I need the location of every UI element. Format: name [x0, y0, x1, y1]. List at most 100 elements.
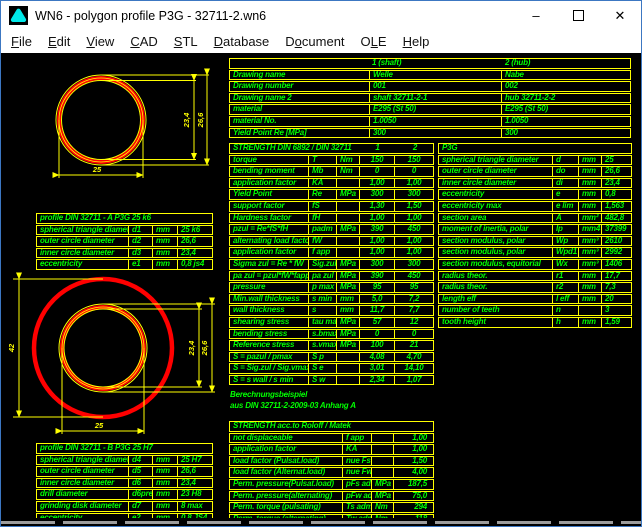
- window-bottom-edge: [1, 518, 642, 527]
- taskbar-edge: [1, 521, 642, 524]
- table-cell: pFw adm: [343, 492, 372, 501]
- hub-profile-circles: [34, 279, 172, 417]
- table-row: load factor (Pulsat.load)nue Fs1,50: [229, 456, 434, 467]
- profile-a-table: profile DIN 32711 - A P3G 25 k6 spherica…: [36, 213, 213, 271]
- table-cell: 001: [370, 82, 502, 91]
- table-cell: mm: [153, 456, 178, 465]
- title-bar[interactable]: WN6 - polygon profile P3G - 32711-2.wn6 …: [1, 1, 641, 30]
- table-cell: 300: [360, 260, 395, 269]
- table-row: section modulus, equitorialWxmm³1406: [438, 259, 632, 270]
- table-cell: 25: [602, 156, 631, 165]
- table-cell: e1: [129, 260, 153, 269]
- table-cell: Reference stress: [230, 341, 309, 350]
- table-row: support factorfS1,301,50: [229, 201, 434, 212]
- table-cell: mm³: [579, 260, 602, 269]
- table-cell: 7,7: [395, 306, 433, 315]
- table-cell: r2: [553, 283, 579, 292]
- table-cell: d7: [129, 502, 153, 511]
- menu-stl[interactable]: STL: [166, 32, 206, 51]
- table-cell: S = s wall / s min: [230, 376, 309, 385]
- table-cell: mm³: [579, 237, 602, 246]
- profile-b-table: profile DIN 32711 - B P3G 25 H7 spherica…: [36, 443, 213, 524]
- window-title: WN6 - polygon profile P3G - 32711-2.wn6: [35, 9, 266, 23]
- table-cell: f app: [343, 434, 372, 443]
- table-cell: application factor: [230, 248, 309, 257]
- table-cell: 7,2: [395, 295, 433, 304]
- menu-cad[interactable]: CAD: [122, 32, 165, 51]
- table-cell: 002: [502, 82, 630, 91]
- table-cell: load factor (Alternat.load): [230, 468, 343, 477]
- table-cell: Wx: [553, 260, 579, 269]
- table-cell: S = pazul / pmax: [230, 353, 309, 362]
- table-cell: nue Fw: [343, 468, 372, 477]
- table-cell: d5: [129, 467, 153, 476]
- table-cell: mm: [153, 479, 178, 488]
- table-cell: p max: [309, 283, 337, 292]
- table-cell: 1,00: [394, 445, 433, 454]
- table-cell: mm: [579, 202, 602, 211]
- table-cell: 26,6: [178, 467, 212, 476]
- table-cell: 1,50: [395, 202, 433, 211]
- table-title: profile DIN 32711 - B P3G 25 H7: [40, 444, 153, 453]
- table-row: Yield Point Re [MPa] 300 300: [229, 128, 631, 139]
- table-cell: 1,00: [395, 248, 433, 257]
- table-row: Perm. torque (pulsating)Ts admNm294: [229, 502, 434, 513]
- menu-edit[interactable]: Edit: [40, 32, 78, 51]
- table-row: outer circle diameterd2mm26,6: [36, 236, 213, 247]
- table-row: Yield PointReMPa300300: [229, 189, 434, 200]
- table-cell: Hardness factor: [230, 214, 309, 223]
- table-cell: Mb: [309, 167, 337, 176]
- menu-ole[interactable]: OLE: [353, 32, 395, 51]
- table-cell: mm: [579, 167, 602, 176]
- table-cell: outer circle diameter: [37, 237, 129, 246]
- maximize-button[interactable]: [557, 1, 599, 30]
- table-row: radius theor.r2mm7,3: [438, 282, 632, 293]
- table-cell: MPa: [337, 190, 360, 199]
- table-row: Drawing number001002: [229, 81, 631, 92]
- table-header-row: P3G: [438, 143, 632, 154]
- close-icon: ✕: [615, 8, 626, 24]
- table-row: radius theor.r1mm17,7: [438, 271, 632, 282]
- table-title: P3G: [442, 144, 457, 153]
- table-cell: tooth height: [439, 318, 553, 327]
- table-row: inner circle diameterd6mm23,4: [36, 478, 213, 489]
- table-cell: A: [553, 214, 579, 223]
- menu-help[interactable]: Help: [395, 32, 438, 51]
- table-row: alternating load factorfW1,001,00: [229, 236, 434, 247]
- table-cell: 1,563: [602, 202, 631, 211]
- table-cell: d: [553, 156, 579, 165]
- table-cell: 21: [395, 341, 433, 350]
- table-cell: 1,00: [395, 179, 433, 188]
- table-cell: [372, 468, 394, 477]
- table-cell: 2992: [602, 248, 631, 257]
- table-cell: Drawing name 2: [230, 94, 370, 103]
- minimize-icon: –: [532, 8, 539, 23]
- table-cell: alternating load factor: [230, 237, 309, 246]
- table-cell: s: [309, 306, 337, 315]
- calculation-note: Berechnungsbeispiel aus DIN 32711-2-2009…: [230, 389, 356, 411]
- table-cell: 294: [394, 503, 433, 512]
- table-cell: [337, 179, 360, 188]
- table-row: eccentricityemm0,8: [438, 189, 632, 200]
- close-button[interactable]: ✕: [599, 1, 641, 30]
- table-row: eccentricitye1mm0,8 js4: [36, 259, 213, 270]
- shaft-profile-circles: [56, 75, 146, 165]
- table-row: load factor (Alternat.load)nue Fw4,00: [229, 467, 434, 478]
- table-row: not displaceablef app1,00: [229, 433, 434, 444]
- table-cell: 23,4: [178, 479, 212, 488]
- table-cell: E295 (St 50): [370, 105, 502, 114]
- table-cell: material: [230, 105, 370, 114]
- table-cell: mm³: [579, 248, 602, 257]
- table-cell: d6: [129, 479, 153, 488]
- table-cell: padm: [309, 225, 337, 234]
- table-cell: 1406: [602, 260, 631, 269]
- table-cell: outer circle diameter: [439, 167, 553, 176]
- table-header-row: 1 (shaft) 2 (hub): [229, 58, 631, 69]
- menu-database[interactable]: Database: [206, 32, 278, 51]
- table-cell: mm²: [579, 214, 602, 223]
- table-cell: l eff: [553, 295, 579, 304]
- minimize-button[interactable]: –: [515, 1, 557, 30]
- menu-document[interactable]: Document: [277, 32, 352, 51]
- menu-view[interactable]: View: [78, 32, 122, 51]
- menu-file[interactable]: File: [3, 32, 40, 51]
